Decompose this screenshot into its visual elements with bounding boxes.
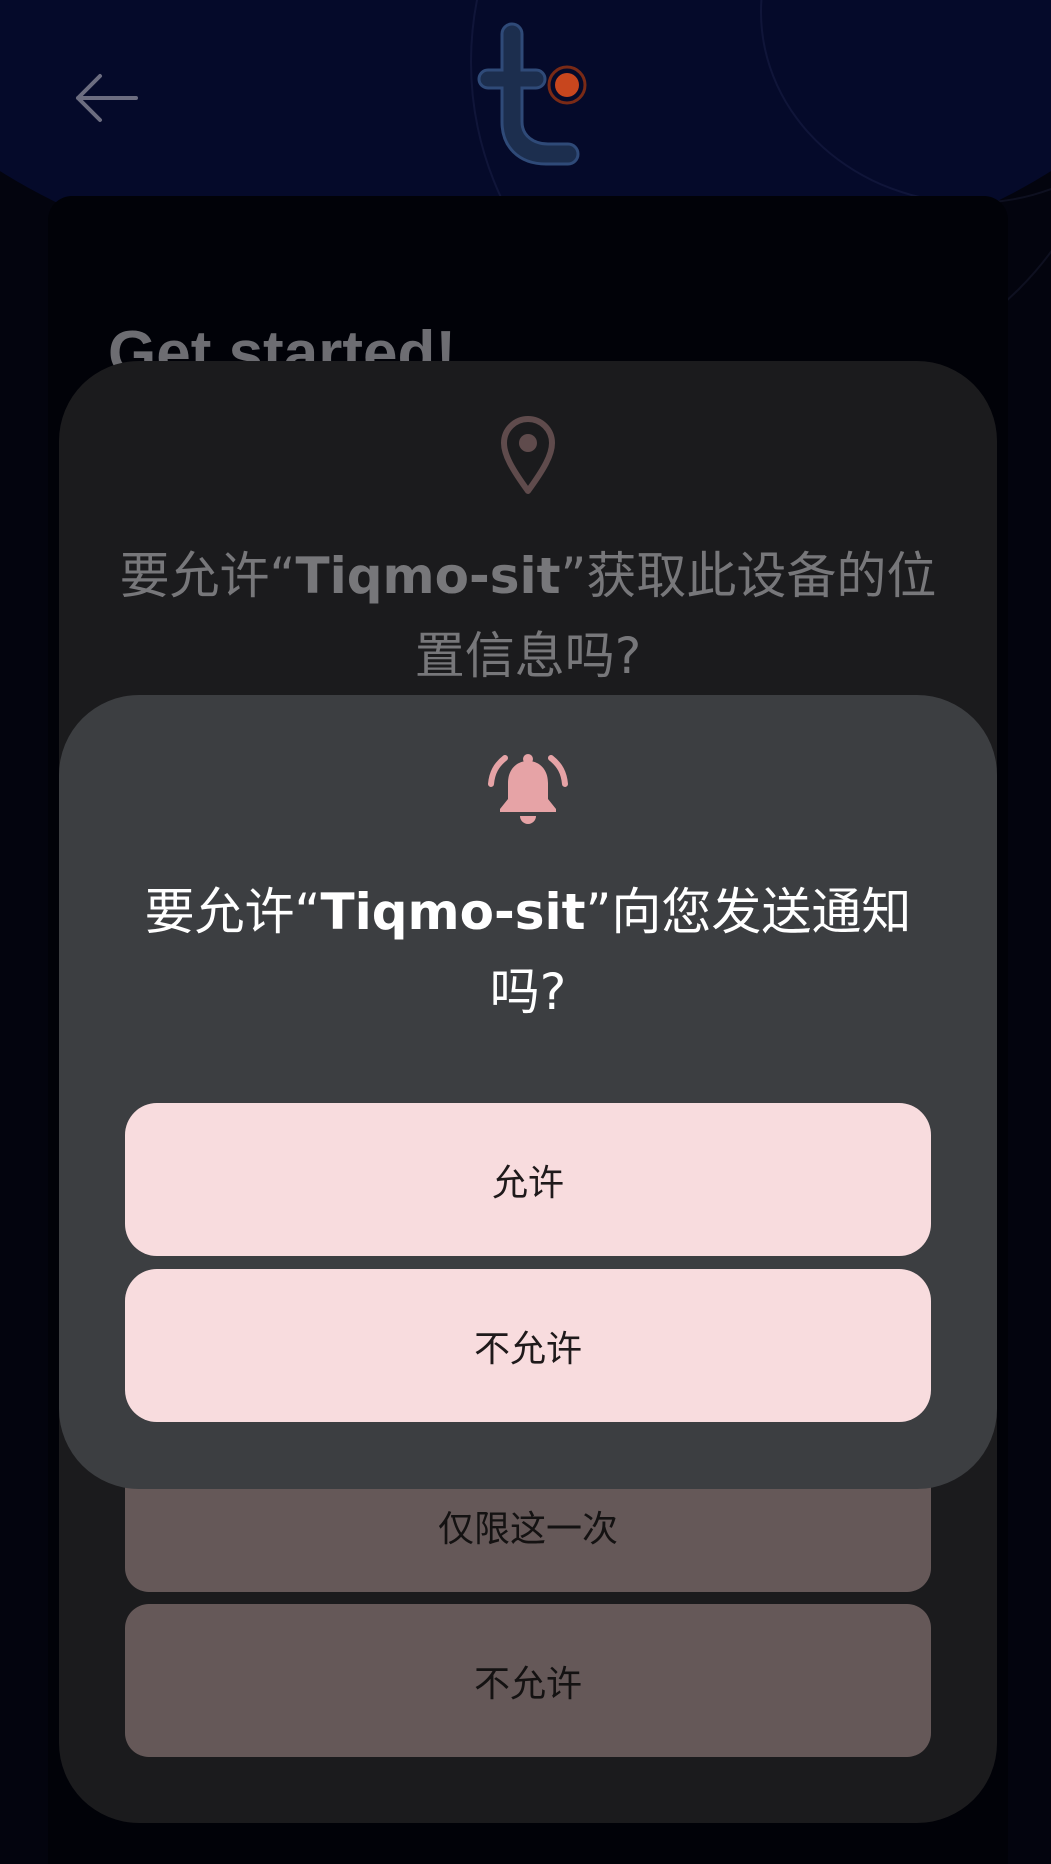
screen: Get started! 要允许“Tiqmo-sit”获取此设备的位置信息吗? … — [0, 0, 1051, 1864]
title-prefix: 要允许“ — [144, 883, 321, 941]
tiqmo-logo-icon — [477, 22, 587, 166]
bell-icon-wrap — [487, 752, 569, 828]
app-name: Tiqmo-sit — [320, 883, 586, 941]
back-button[interactable] — [70, 62, 142, 134]
app-logo — [462, 22, 592, 172]
allow-notifications-button[interactable]: 允许 — [125, 1103, 931, 1256]
location-pin-icon — [501, 416, 555, 494]
location-deny-button[interactable]: 不允许 — [125, 1604, 931, 1757]
bell-ringing-icon — [488, 754, 568, 824]
notification-dialog-title: 要允许“Tiqmo-sit”向您发送通知吗? — [110, 872, 946, 1032]
location-dialog-title: 要允许“Tiqmo-sit”获取此设备的位置信息吗? — [110, 536, 946, 696]
location-icon-wrap — [498, 415, 558, 495]
deny-notifications-button[interactable]: 不允许 — [125, 1269, 931, 1422]
arrow-left-icon — [76, 74, 138, 122]
title-prefix: 要允许“ — [119, 547, 296, 605]
app-name: Tiqmo-sit — [295, 547, 561, 605]
